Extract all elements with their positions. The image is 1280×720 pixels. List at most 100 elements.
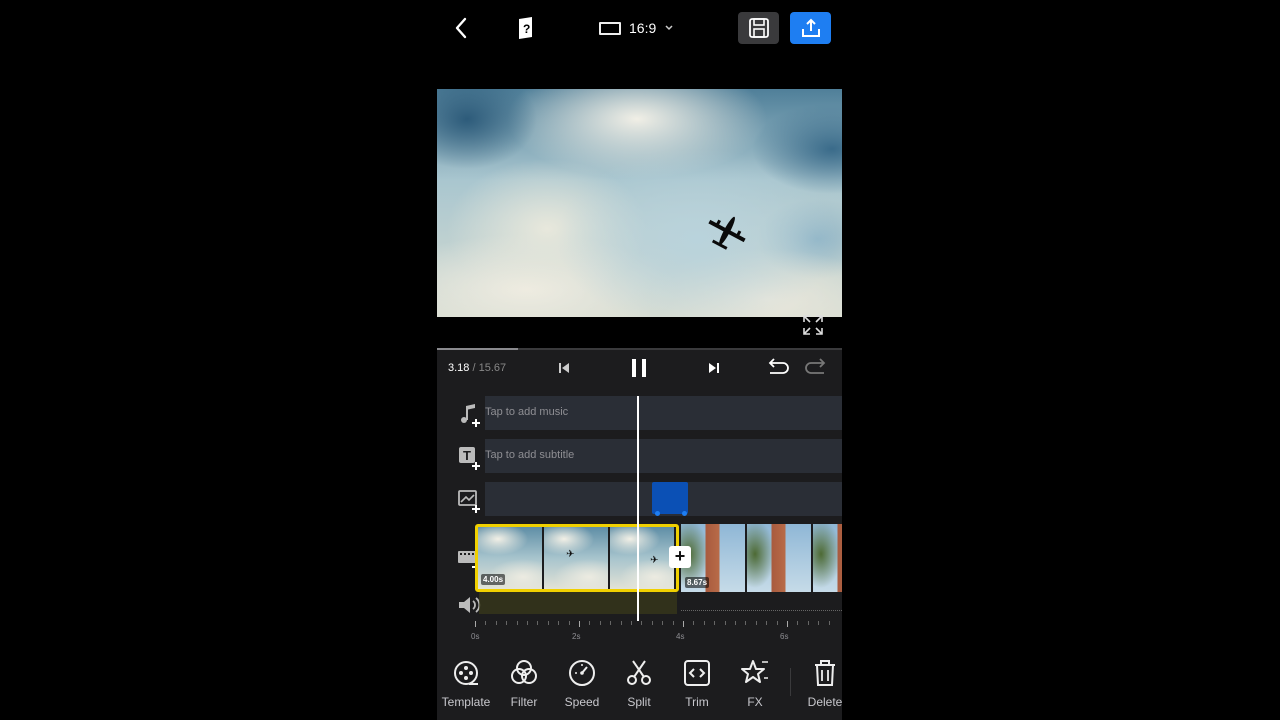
clip-thumbnail — [813, 524, 842, 592]
clip-audio-line — [681, 610, 842, 611]
music-track-hint: Tap to add music — [485, 406, 569, 418]
clip-duration-badge: 4.00s — [481, 574, 506, 585]
clip-duration-badge: 8.67s — [685, 577, 710, 588]
template-tool[interactable]: Template — [437, 658, 495, 709]
ruler-tick — [610, 621, 612, 625]
ruler-tick — [475, 621, 476, 627]
ruler-tick — [693, 621, 695, 625]
fullscreen-button[interactable] — [802, 314, 824, 336]
split-tool[interactable]: Split — [610, 658, 668, 709]
sticker-clip[interactable] — [652, 482, 688, 516]
music-track[interactable]: Tap to add music — [485, 396, 842, 430]
svg-text:?: ? — [523, 22, 530, 36]
ruler-tick — [672, 621, 674, 625]
airplane-thumb-icon: ✈ — [650, 555, 659, 566]
video-clip-selected[interactable]: ✈ ✈ 4.00s — [475, 524, 679, 592]
scissors-icon — [627, 660, 651, 685]
image-add-icon — [458, 490, 480, 513]
text-add-icon: T — [459, 447, 480, 470]
toolbar-divider — [790, 668, 791, 696]
playback-controls: 3.18 / 15.67 — [437, 350, 842, 388]
ruler-tick — [599, 621, 601, 625]
ruler-tick — [527, 621, 528, 625]
ruler-tick — [516, 621, 518, 625]
upload-icon — [801, 18, 820, 37]
clip-thumbnail — [747, 524, 813, 592]
video-clip[interactable]: 8.67s — [681, 524, 842, 592]
timecode: 3.18 / 15.67 — [448, 362, 506, 374]
ruler-tick — [787, 621, 788, 627]
ruler-tick — [579, 621, 580, 627]
ruler-tick — [558, 621, 560, 625]
filter-tool[interactable]: Filter — [495, 658, 553, 709]
help-button[interactable]: ? — [515, 15, 537, 41]
pause-icon — [632, 359, 646, 377]
airplane-silhouette — [708, 216, 746, 250]
fx-tool[interactable]: FX — [726, 658, 784, 709]
time-ruler: 0s 2s 4s 6s — [437, 618, 842, 650]
ruler-tick — [683, 621, 684, 627]
clip-audio-band[interactable] — [479, 592, 677, 614]
add-music-button[interactable] — [457, 402, 483, 428]
video-preview[interactable] — [437, 89, 842, 317]
chevron-down-icon — [665, 25, 673, 31]
aspect-ratio-icon — [599, 21, 621, 35]
ruler-tick — [651, 621, 653, 625]
clip-thumbnail: ✈ — [544, 527, 610, 589]
ruler-tick — [620, 621, 622, 625]
ruler-tick — [662, 621, 664, 625]
tool-label: Trim — [685, 695, 709, 709]
skip-to-start-button[interactable] — [557, 358, 571, 383]
tool-label: FX — [747, 695, 763, 709]
add-sticker-button[interactable] — [457, 488, 483, 514]
sticker-clip-end-handle[interactable] — [682, 511, 687, 516]
edit-toolbar: Template Filter Speed Split Trim FX Dele… — [437, 650, 842, 720]
clip-thumbnail: ✈ — [610, 527, 676, 589]
trim-icon — [684, 660, 710, 686]
back-button[interactable] — [449, 14, 473, 42]
undo-button[interactable] — [765, 357, 789, 384]
sticker-clip-start-handle[interactable] — [655, 511, 660, 516]
ruler-tick — [828, 621, 830, 625]
ruler-tick — [714, 621, 716, 625]
speed-icon — [569, 660, 595, 686]
playhead[interactable] — [637, 396, 639, 621]
delete-tool[interactable]: Delete — [796, 658, 854, 709]
ruler-tick — [807, 621, 809, 625]
subtitle-track-hint: Tap to add subtitle — [485, 449, 575, 461]
ruler-tick — [547, 621, 549, 625]
ruler-label: 0s — [471, 632, 480, 641]
current-time: 3.18 — [448, 362, 470, 374]
save-draft-button[interactable] — [738, 12, 779, 44]
redo-icon — [805, 358, 826, 374]
ruler-tick — [495, 621, 497, 625]
export-button[interactable] — [790, 12, 831, 44]
tool-label: Delete — [807, 695, 843, 709]
skip-to-end-button[interactable] — [707, 358, 721, 383]
redo-button[interactable] — [805, 357, 829, 384]
add-transition-button[interactable]: + — [669, 546, 691, 568]
floppy-disk-icon — [748, 18, 769, 38]
speed-tool[interactable]: Speed — [553, 658, 611, 709]
ruler-tick — [703, 621, 705, 625]
pause-button[interactable] — [629, 357, 649, 384]
ruler-tick — [735, 621, 736, 625]
svg-text:T: T — [463, 448, 471, 463]
music-note-add-icon — [461, 404, 480, 427]
aspect-ratio-selector[interactable]: 16:9 — [599, 16, 674, 40]
skip-previous-icon — [559, 363, 569, 373]
chevron-left-icon — [455, 17, 467, 39]
airplane-thumb-icon: ✈ — [566, 549, 575, 560]
filter-icon — [511, 660, 537, 684]
expand-icon — [803, 315, 823, 335]
total-time: 15.67 — [478, 362, 507, 374]
tool-label: Filter — [510, 695, 538, 709]
add-subtitle-button[interactable]: T — [457, 445, 483, 471]
ruler-tick — [589, 621, 591, 625]
aspect-ratio-label: 16:9 — [629, 20, 657, 36]
subtitle-track[interactable]: Tap to add subtitle — [485, 439, 842, 473]
timeline[interactable]: Tap to add music T Tap to add subtitle ✈… — [437, 388, 842, 650]
ruler-label: 6s — [780, 632, 789, 641]
time-separator: / — [469, 362, 479, 374]
trim-tool[interactable]: Trim — [668, 658, 726, 709]
